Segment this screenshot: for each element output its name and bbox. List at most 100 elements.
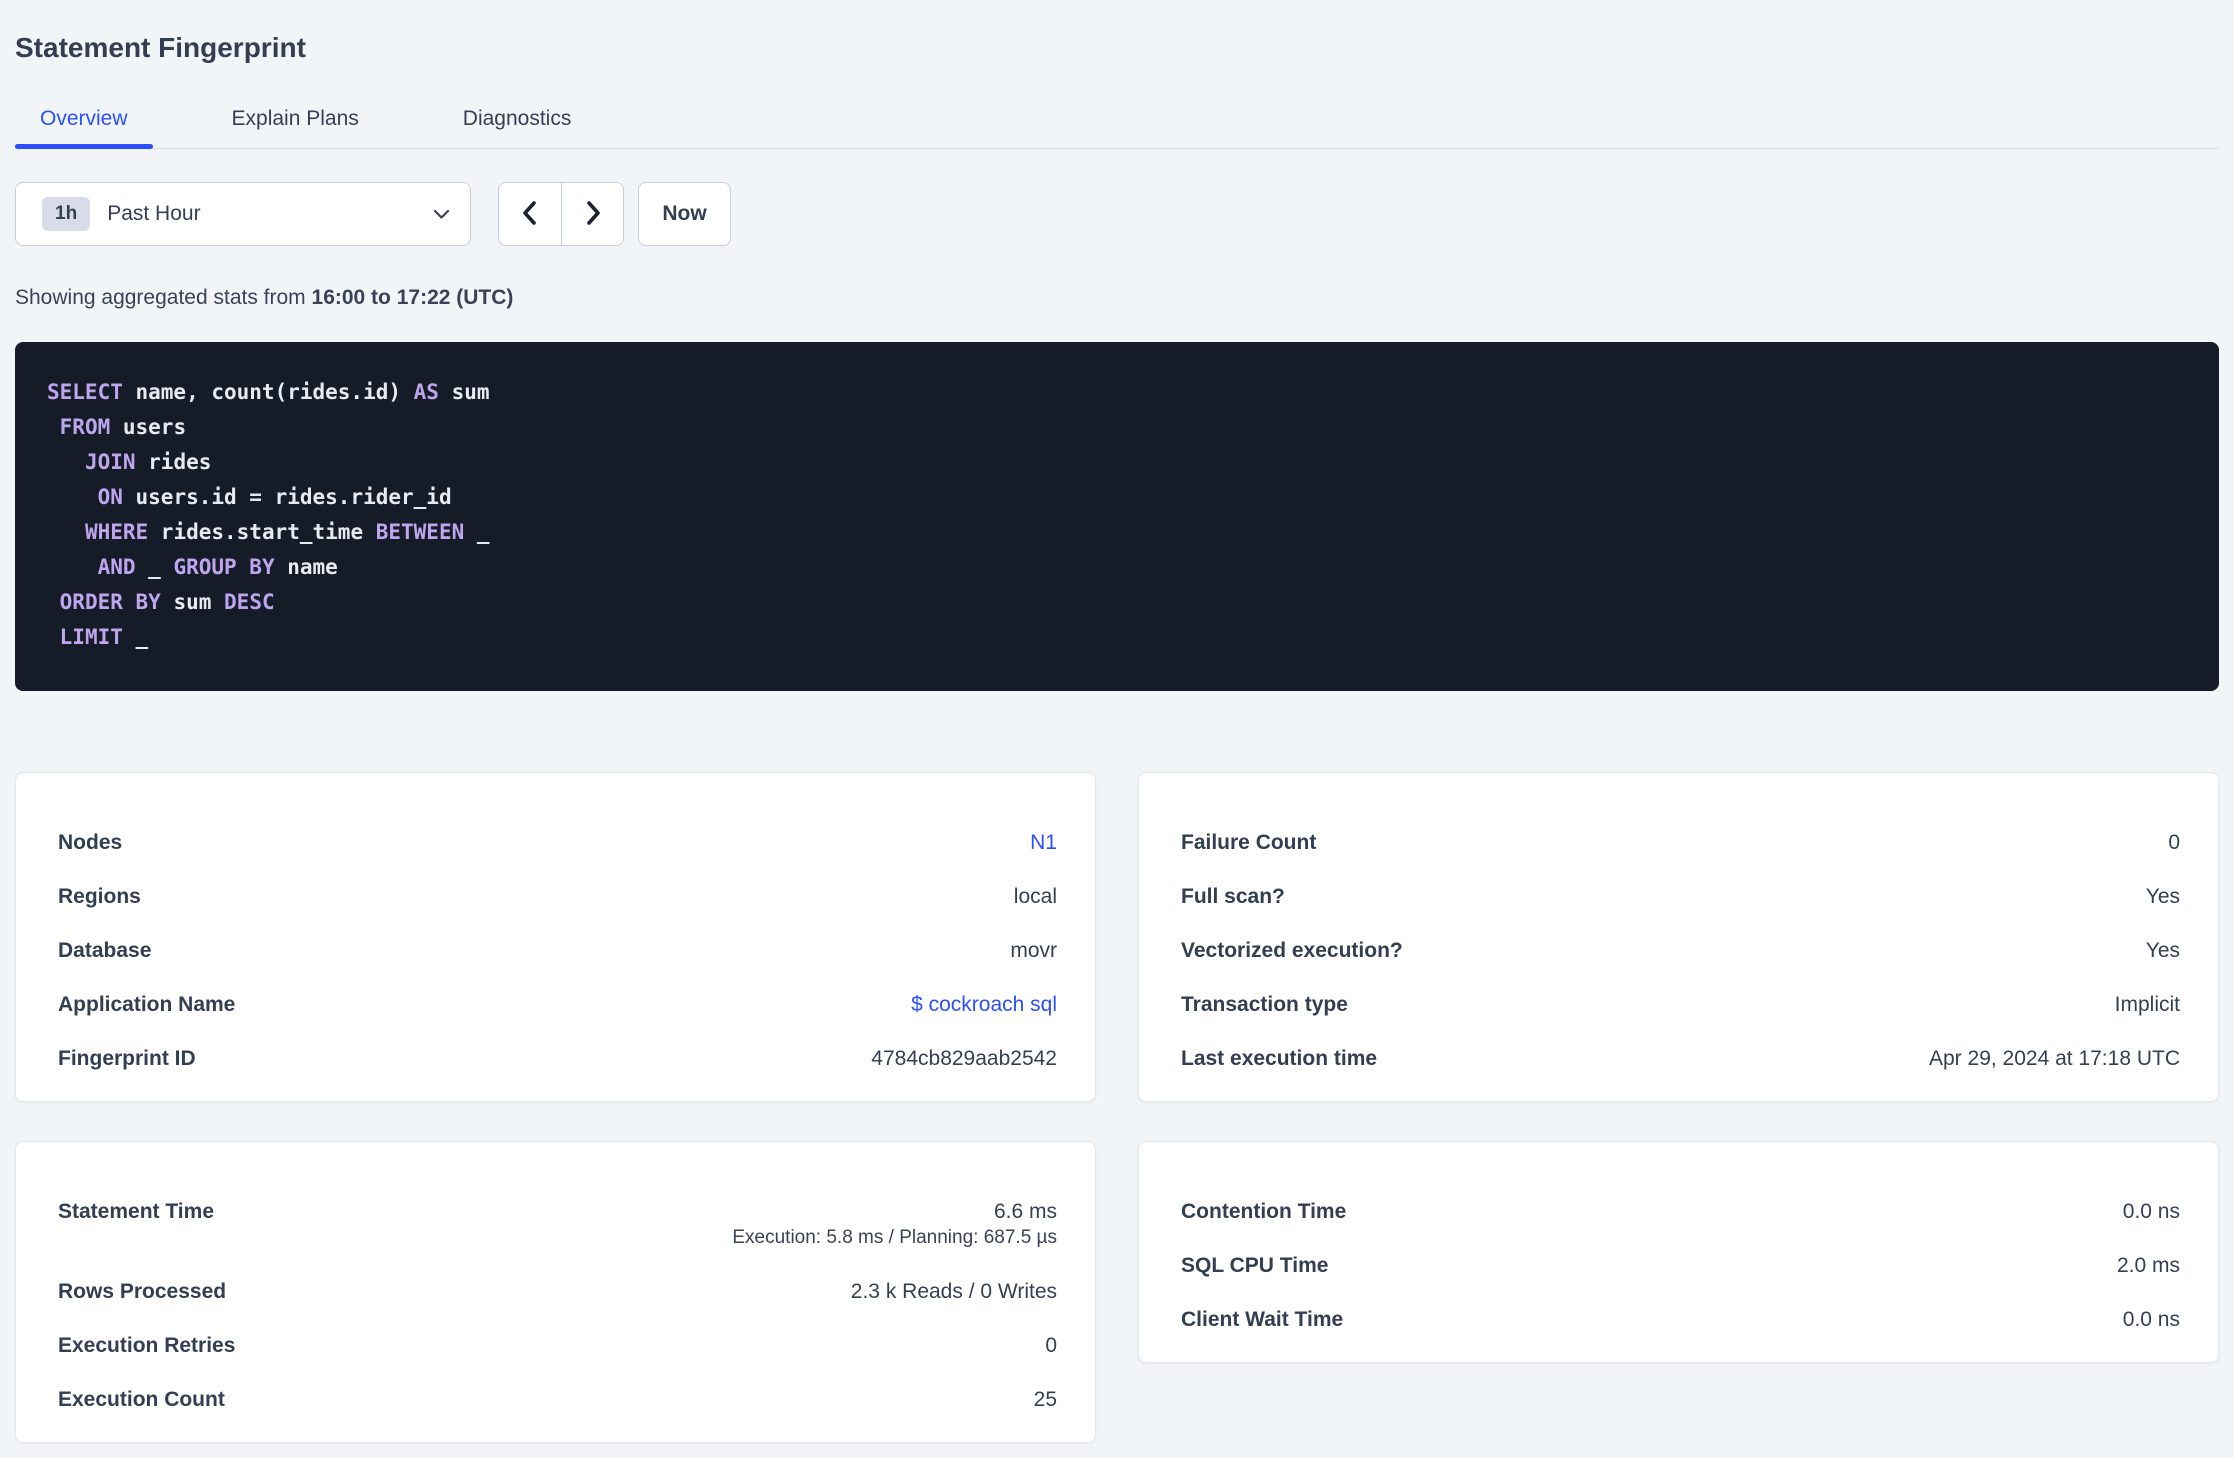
metric-value-text: 25	[1033, 1388, 1057, 1411]
metric-value-text: 4784cb829aab2542	[871, 1047, 1057, 1070]
next-time-button[interactable]	[561, 183, 623, 245]
metric-label: Client Wait Time	[1181, 1308, 1344, 1331]
tab-explain-plans[interactable]: Explain Plans	[207, 108, 384, 148]
metric-row-database: Database movr	[58, 937, 1057, 964]
statement-details-card: Nodes N1 Regions local Database movr Applicati…	[15, 772, 1096, 1102]
metric-row-rows-processed: Rows Processed 2.3 k Reads / 0 Writes	[58, 1278, 1057, 1305]
metric-label: Failure Count	[1181, 831, 1317, 854]
metric-label: Transaction type	[1181, 993, 1348, 1016]
wait-time-card: Contention Time 0.0 ns SQL CPU Time 2.0 ms C…	[1138, 1141, 2219, 1363]
chevron-down-icon	[433, 209, 450, 220]
metric-label: Vectorized execution?	[1181, 939, 1403, 962]
metric-row-execution-count: Execution Count 25	[58, 1386, 1057, 1413]
metric-label: Regions	[58, 885, 141, 908]
metric-value: movr	[1010, 937, 1057, 964]
metric-value: 2.0 ms	[2117, 1252, 2180, 1279]
time-range-badge: 1h	[42, 197, 91, 231]
metric-row-fingerprint-id: Fingerprint ID 4784cb829aab2542	[58, 1045, 1057, 1072]
metric-value: $ cockroach sql	[911, 991, 1057, 1018]
metric-row-contention-time: Contention Time 0.0 ns	[1181, 1198, 2180, 1225]
summary-cards-grid: Nodes N1 Regions local Database movr Applicati…	[15, 772, 2219, 1443]
stats-line-prefix: Showing aggregated stats from	[15, 286, 312, 309]
metric-row-statement-time: Statement Time 6.6 ms Execution: 5.8 ms / …	[58, 1198, 1057, 1251]
metric-value: 0.0 ns	[2123, 1306, 2180, 1333]
sql-line: JOIN rides	[84, 450, 212, 474]
metric-label: SQL CPU Time	[1181, 1254, 1329, 1277]
now-button[interactable]: Now	[638, 182, 731, 246]
execution-attributes-card: Failure Count 0 Full scan? Yes Vectorized ex…	[1138, 772, 2219, 1102]
metric-value-text: Apr 29, 2024 at 17:18 UTC	[1929, 1047, 2180, 1070]
metric-value-text: movr	[1010, 939, 1057, 962]
metric-row-regions: Regions local	[58, 883, 1057, 910]
metric-label: Full scan?	[1181, 885, 1285, 908]
tab-overview[interactable]: Overview	[15, 108, 153, 149]
nodes-link[interactable]: N1	[1030, 831, 1057, 854]
sql-line: SELECT name, count(rides.id) AS sum	[47, 380, 490, 404]
sql-line: LIMIT _	[59, 625, 149, 649]
time-nav-buttons	[498, 182, 624, 246]
metric-value: Yes	[2146, 883, 2180, 910]
metric-row-sql-cpu-time: SQL CPU Time 2.0 ms	[1181, 1252, 2180, 1279]
metric-value-text: 2.3 k Reads / 0 Writes	[850, 1280, 1057, 1303]
metric-value: 0	[2168, 829, 2180, 856]
metric-value: 25	[1034, 1386, 1057, 1413]
metric-row-full-scan: Full scan? Yes	[1181, 883, 2180, 910]
chevron-left-icon	[519, 199, 541, 230]
sql-line: ORDER BY sum DESC	[59, 590, 275, 614]
time-toolbar: 1h Past Hour Now	[15, 182, 2219, 246]
metric-row-nodes: Nodes N1	[58, 829, 1057, 856]
metric-label: Statement Time	[58, 1200, 214, 1223]
chevron-right-icon	[582, 199, 604, 230]
tab-bar: Overview Explain Plans Diagnostics	[15, 108, 2219, 149]
metric-label: Execution Count	[58, 1388, 225, 1411]
application-name-link[interactable]: $ cockroach sql	[911, 993, 1057, 1016]
metric-label: Rows Processed	[58, 1280, 227, 1303]
metric-label: Nodes	[58, 831, 123, 854]
sql-statement-box: SELECT name, count(rides.id) AS sum FROM…	[15, 342, 2219, 691]
sql-line: FROM users	[59, 415, 187, 439]
metric-value-text: 0	[2168, 831, 2180, 854]
metric-value-text: 2.0 ms	[2116, 1254, 2180, 1277]
sql-line: ON users.id = rides.rider_id	[97, 485, 452, 509]
metric-value-text: 6.6 ms	[993, 1200, 1057, 1223]
metric-row-failure-count: Failure Count 0	[1181, 829, 2180, 856]
metric-value: 6.6 ms Execution: 5.8 ms / Planning: 687.…	[732, 1198, 1057, 1251]
sql-line: WHERE rides.start_time BETWEEN _	[84, 520, 490, 544]
metric-value: Implicit	[2115, 991, 2180, 1018]
tab-diagnostics[interactable]: Diagnostics	[438, 108, 597, 148]
metric-value-text: Yes	[2145, 885, 2180, 908]
metric-value-text: 0.0 ns	[2122, 1200, 2180, 1223]
metric-label: Fingerprint ID	[58, 1047, 196, 1070]
time-range-label: Past Hour	[107, 202, 201, 225]
metric-value: 0	[1045, 1332, 1057, 1359]
statement-fingerprint-page: Statement Fingerprint Overview Explain Pl…	[0, 0, 2234, 1443]
metric-value: Yes	[2146, 937, 2180, 964]
statement-timing-card: Statement Time 6.6 ms Execution: 5.8 ms / …	[15, 1141, 1096, 1443]
page-title: Statement Fingerprint	[15, 32, 306, 63]
metric-label: Database	[58, 939, 152, 962]
metric-value-text: 0.0 ns	[2122, 1308, 2180, 1331]
metric-value: 2.3 k Reads / 0 Writes	[851, 1278, 1057, 1305]
prev-time-button[interactable]	[499, 183, 561, 245]
metric-row-client-wait-time: Client Wait Time 0.0 ns	[1181, 1306, 2180, 1333]
time-range-picker[interactable]: 1h Past Hour	[15, 182, 471, 246]
metric-value-text: Yes	[2145, 939, 2180, 962]
aggregated-stats-line: Showing aggregated stats from 16:00 to 1…	[15, 284, 2219, 311]
metric-row-transaction-type: Transaction type Implicit	[1181, 991, 2180, 1018]
metric-row-application-name: Application Name $ cockroach sql	[58, 991, 1057, 1018]
metric-label: Contention Time	[1181, 1200, 1347, 1223]
metric-value-text: Implicit	[2114, 993, 2180, 1016]
metric-row-last-execution-time: Last execution time Apr 29, 2024 at 17:18…	[1181, 1045, 2180, 1072]
metric-value-text: 0	[1045, 1334, 1057, 1357]
metric-value: Apr 29, 2024 at 17:18 UTC	[1929, 1045, 2180, 1072]
metric-value-text: local	[1013, 885, 1057, 908]
metric-label: Execution Retries	[58, 1334, 236, 1357]
metric-row-execution-retries: Execution Retries 0	[58, 1332, 1057, 1359]
metric-value: 4784cb829aab2542	[871, 1045, 1057, 1072]
metric-label: Last execution time	[1181, 1047, 1378, 1070]
metric-row-vectorized-execution: Vectorized execution? Yes	[1181, 937, 2180, 964]
sql-line: AND _ GROUP BY name	[97, 555, 338, 579]
stats-line-range: 16:00 to 17:22 (UTC)	[311, 286, 514, 309]
metric-value: 0.0 ns	[2123, 1198, 2180, 1225]
metric-label: Application Name	[58, 993, 236, 1016]
